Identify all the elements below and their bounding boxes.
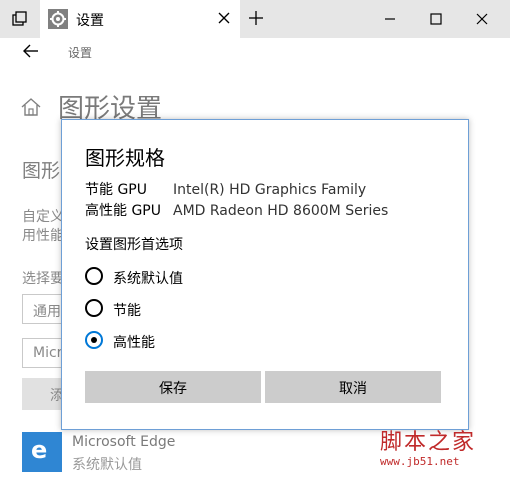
power-saving-gpu-label: 节能 GPU <box>85 182 147 198</box>
back-arrow-icon[interactable] <box>20 40 42 62</box>
close-tab-icon[interactable] <box>216 10 232 26</box>
app-type-select-value: 通用 <box>33 304 61 320</box>
tab-settings[interactable]: 设置 <box>40 0 240 38</box>
radio-power-saving[interactable]: 节能 <box>85 298 285 320</box>
watermark-text: 脚本之家 <box>380 430 477 455</box>
radio-label: 系统默认值 <box>113 271 183 287</box>
tab-overview-icon[interactable] <box>10 9 30 29</box>
minimize-icon[interactable] <box>380 9 400 29</box>
radio-circle <box>85 331 103 349</box>
radio-label: 高性能 <box>113 335 155 351</box>
high-perf-gpu-row: 高性能 GPU AMD Radeon HD 8600M Series <box>85 200 388 220</box>
radio-high-performance[interactable]: 高性能 <box>85 330 285 352</box>
app-input-value: Micr <box>33 345 63 361</box>
radio-circle <box>85 267 103 285</box>
cancel-button-label: 取消 <box>339 381 367 397</box>
home-icon[interactable] <box>20 96 42 118</box>
high-perf-gpu-value: AMD Radeon HD 8600M Series <box>173 203 389 219</box>
power-saving-gpu-row: 节能 GPU Intel(R) HD Graphics Family <box>85 179 366 199</box>
window-close-icon[interactable] <box>472 9 492 29</box>
high-perf-gpu-label: 高性能 GPU <box>85 203 161 219</box>
watermark-url: www.jb51.net <box>380 455 460 468</box>
gear-icon <box>48 9 68 29</box>
maximize-icon[interactable] <box>426 9 446 29</box>
choose-app-label: 选择要 <box>22 271 64 287</box>
radio-label: 节能 <box>113 303 141 319</box>
edge-icon: e <box>22 432 62 472</box>
power-saving-gpu-value: Intel(R) HD Graphics Family <box>173 182 367 198</box>
graphics-spec-dialog: 图形规格 节能 GPU Intel(R) HD Graphics Family 高… <box>61 119 469 430</box>
section-heading: 图形 <box>22 160 61 182</box>
title-bar: 设置 <box>0 0 510 38</box>
preference-heading: 设置图形首选项 <box>85 237 183 253</box>
breadcrumb: 设置 <box>68 46 93 60</box>
app-preference: 系统默认值 <box>72 457 142 473</box>
tab-title: 设置 <box>76 13 104 29</box>
app-name[interactable]: Microsoft Edge <box>72 434 175 450</box>
description-line-2: 用性能 <box>22 228 64 244</box>
radio-dot <box>91 337 97 343</box>
cancel-button[interactable]: 取消 <box>265 371 441 403</box>
dialog-title: 图形规格 <box>85 146 165 170</box>
radio-circle <box>85 299 103 317</box>
save-button[interactable]: 保存 <box>85 371 261 403</box>
new-tab-icon[interactable] <box>248 10 264 26</box>
radio-system-default[interactable]: 系统默认值 <box>85 266 285 288</box>
save-button-label: 保存 <box>159 381 187 397</box>
description-line-1: 自定义 <box>22 209 64 225</box>
